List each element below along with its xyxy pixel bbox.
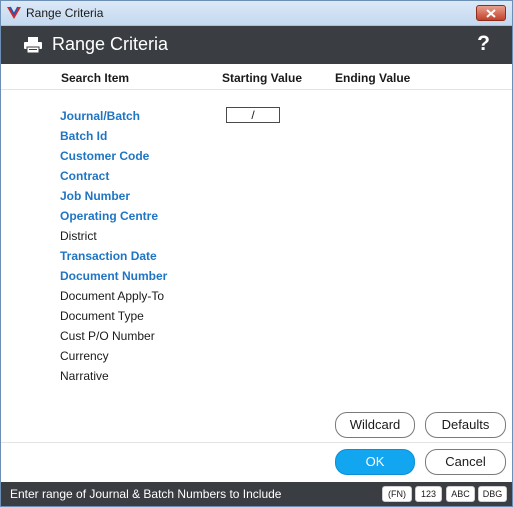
status-bar: Enter range of Journal & Batch Numbers t… — [1, 482, 512, 506]
journal-batch-starting-value-input[interactable]: / — [226, 107, 280, 123]
search-item-district[interactable]: District — [60, 229, 97, 243]
help-icon[interactable]: ? — [477, 32, 490, 56]
status-badge-debug[interactable]: DBG — [478, 486, 507, 502]
status-message: Enter range of Journal & Batch Numbers t… — [10, 487, 282, 501]
defaults-button[interactable]: Defaults — [425, 412, 506, 438]
search-item-currency[interactable]: Currency — [60, 349, 109, 363]
search-item-operating-centre[interactable]: Operating Centre — [60, 209, 158, 223]
search-item-narrative[interactable]: Narrative — [60, 369, 109, 383]
app-logo-icon — [7, 6, 21, 19]
cancel-button[interactable]: Cancel — [425, 449, 506, 475]
column-header-search-item: Search Item — [61, 71, 130, 85]
search-item-cust-po-number[interactable]: Cust P/O Number — [60, 329, 155, 343]
search-item-batch-id[interactable]: Batch Id — [60, 129, 107, 143]
search-item-document-type[interactable]: Document Type — [60, 309, 144, 323]
button-divider — [1, 442, 512, 443]
search-item-contract[interactable]: Contract — [60, 169, 109, 183]
status-badge-numeric[interactable]: 123 — [415, 486, 442, 502]
search-item-transaction-date[interactable]: Transaction Date — [60, 249, 157, 263]
printer-icon — [24, 37, 42, 54]
search-item-customer-code[interactable]: Customer Code — [60, 149, 149, 163]
status-badge-alpha[interactable]: ABC — [446, 486, 475, 502]
range-criteria-window: Range Criteria Range Criteria ? Search I… — [0, 0, 513, 507]
window-title: Range Criteria — [26, 6, 104, 20]
status-badge-fn[interactable]: (FN) — [382, 486, 412, 502]
close-icon — [486, 9, 496, 18]
dialog-title: Range Criteria — [52, 34, 169, 54]
column-header-ending-value: Ending Value — [335, 71, 411, 85]
dialog-header: Range Criteria ? — [1, 26, 512, 64]
column-header-divider — [1, 89, 512, 90]
column-header-starting-value: Starting Value — [222, 71, 303, 85]
search-item-journal-batch[interactable]: Journal/Batch — [60, 109, 140, 123]
wildcard-button[interactable]: Wildcard — [335, 412, 415, 438]
search-item-job-number[interactable]: Job Number — [60, 189, 130, 203]
search-item-document-apply-to[interactable]: Document Apply-To — [60, 289, 164, 303]
ok-button[interactable]: OK — [335, 449, 415, 475]
close-button[interactable] — [476, 5, 506, 21]
title-bar[interactable]: Range Criteria — [1, 1, 512, 26]
search-item-document-number[interactable]: Document Number — [60, 269, 167, 283]
